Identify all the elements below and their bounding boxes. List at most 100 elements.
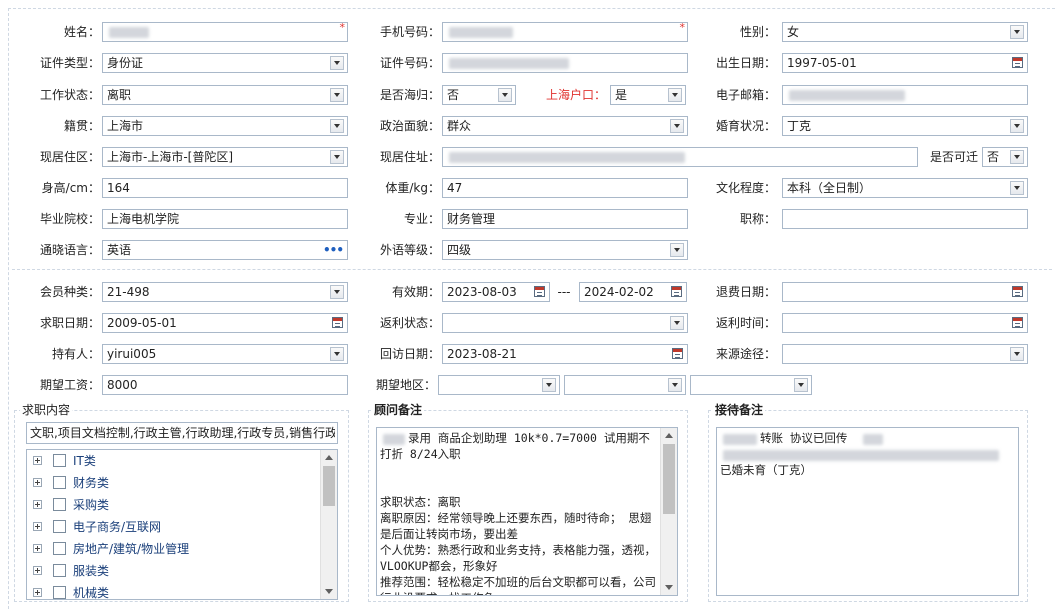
- validity-label: 有效期：: [391, 285, 440, 299]
- validity-end-field[interactable]: 2024-02-02: [579, 282, 687, 302]
- consultant-notes-textarea[interactable]: 录用 商品企划助理 10k*0.7=7000 试用期不打折 8/24入职 求职状…: [376, 427, 678, 596]
- expected-province-select[interactable]: [438, 375, 560, 395]
- scroll-down-icon[interactable]: [665, 585, 673, 590]
- chevron-down-icon[interactable]: [330, 119, 344, 133]
- id-type-select[interactable]: 身份证: [102, 53, 348, 73]
- validity-end-value: 2024-02-02: [584, 285, 654, 299]
- more-icon[interactable]: •••: [323, 243, 344, 257]
- school-field[interactable]: 上海电机学院: [102, 209, 348, 229]
- redacted-text: [383, 434, 405, 445]
- scrollbar[interactable]: [660, 428, 677, 595]
- job-title-label: 职称：: [739, 212, 776, 226]
- chevron-down-icon[interactable]: [668, 88, 682, 102]
- weight-field[interactable]: 47: [442, 178, 688, 198]
- expand-icon[interactable]: [33, 566, 42, 575]
- expand-icon[interactable]: [33, 500, 42, 509]
- chevron-down-icon[interactable]: [330, 88, 344, 102]
- major-field[interactable]: 财务管理: [442, 209, 688, 229]
- source-select[interactable]: [782, 344, 1028, 364]
- height-field[interactable]: 164: [102, 178, 348, 198]
- political-select[interactable]: 群众: [442, 116, 688, 136]
- email-field[interactable]: [782, 85, 1028, 105]
- name-field[interactable]: *: [102, 21, 348, 42]
- calendar-icon[interactable]: [534, 286, 545, 297]
- expand-icon[interactable]: [33, 478, 42, 487]
- native-place-select[interactable]: 上海市: [102, 116, 348, 136]
- chevron-down-icon[interactable]: [794, 378, 808, 392]
- expected-salary-field[interactable]: 8000: [102, 375, 348, 395]
- validity-start-field[interactable]: 2023-08-03: [442, 282, 550, 302]
- holder-select[interactable]: yirui005: [102, 344, 348, 364]
- rebate-status-select[interactable]: [442, 313, 688, 333]
- chevron-down-icon[interactable]: [330, 150, 344, 164]
- hukou-select[interactable]: 是: [610, 85, 686, 105]
- residence-address-field[interactable]: [442, 147, 918, 167]
- calendar-icon[interactable]: [332, 317, 343, 328]
- checkbox[interactable]: [53, 586, 66, 599]
- education-value: 本科（全日制）: [787, 181, 872, 195]
- expand-icon[interactable]: [33, 544, 42, 553]
- chevron-down-icon[interactable]: [542, 378, 556, 392]
- chevron-down-icon[interactable]: [1010, 119, 1024, 133]
- scroll-thumb[interactable]: [323, 466, 335, 506]
- chevron-down-icon[interactable]: [670, 316, 684, 330]
- checkbox[interactable]: [53, 454, 66, 467]
- scroll-thumb[interactable]: [663, 444, 675, 514]
- chevron-down-icon[interactable]: [330, 347, 344, 361]
- calendar-icon[interactable]: [672, 348, 683, 359]
- checkbox[interactable]: [53, 542, 66, 555]
- languages-field[interactable]: 英语 •••: [102, 240, 348, 260]
- checkbox[interactable]: [53, 498, 66, 511]
- rebate-time-field[interactable]: [782, 313, 1028, 333]
- chevron-down-icon[interactable]: [330, 56, 344, 70]
- marital-select[interactable]: 丁克: [782, 116, 1028, 136]
- chevron-down-icon[interactable]: [498, 88, 512, 102]
- scrollbar[interactable]: [320, 450, 337, 599]
- id-number-field[interactable]: [442, 53, 688, 73]
- phone-field[interactable]: *: [442, 21, 688, 42]
- relocatable-select[interactable]: 否: [982, 147, 1028, 167]
- scroll-up-icon[interactable]: [665, 433, 673, 438]
- chevron-down-icon[interactable]: [1010, 25, 1024, 39]
- work-status-select[interactable]: 离职: [102, 85, 348, 105]
- chevron-down-icon[interactable]: [668, 378, 682, 392]
- education-select[interactable]: 本科（全日制）: [782, 178, 1028, 198]
- chevron-down-icon[interactable]: [330, 285, 344, 299]
- job-title-field[interactable]: [782, 209, 1028, 229]
- calendar-icon[interactable]: [1012, 286, 1023, 297]
- chevron-down-icon[interactable]: [670, 243, 684, 257]
- chevron-down-icon[interactable]: [1010, 181, 1024, 195]
- refund-date-field[interactable]: [782, 282, 1028, 302]
- chevron-down-icon[interactable]: [1010, 347, 1024, 361]
- checkbox[interactable]: [53, 520, 66, 533]
- revisit-date-field[interactable]: 2023-08-21: [442, 344, 688, 364]
- calendar-icon[interactable]: [1012, 317, 1023, 328]
- validity-start-value: 2023-08-03: [447, 285, 517, 299]
- checkbox[interactable]: [53, 564, 66, 577]
- redacted-text: [723, 434, 757, 445]
- expand-icon[interactable]: [33, 456, 42, 465]
- birth-date-field[interactable]: 1997-05-01: [782, 53, 1028, 73]
- expand-icon[interactable]: [33, 522, 42, 531]
- member-type-select[interactable]: 21-498: [102, 282, 348, 302]
- checkbox[interactable]: [53, 476, 66, 489]
- reception-notes-textarea[interactable]: 转账 协议已回传 已婚未育（丁克）: [716, 427, 1019, 596]
- chevron-down-icon[interactable]: [1010, 150, 1024, 164]
- expected-district-select[interactable]: [690, 375, 812, 395]
- consultant-notes-title: 顾问备注: [372, 403, 425, 417]
- calendar-icon[interactable]: [1012, 57, 1023, 68]
- residence-area-select[interactable]: 上海市-上海市-[普陀区]: [102, 147, 348, 167]
- calendar-icon[interactable]: [671, 286, 682, 297]
- job-category-tree[interactable]: IT类 财务类 采购类 电子商务/互联网 房地产/建筑/物业管理 服装类 机械类: [26, 449, 338, 600]
- expand-icon[interactable]: [33, 588, 42, 597]
- job-content-summary[interactable]: 文职,项目文档控制,行政主管,行政助理,行政专员,销售行政: [26, 422, 338, 444]
- overseas-select[interactable]: 否: [442, 85, 516, 105]
- foreign-level-select[interactable]: 四级: [442, 240, 688, 260]
- scroll-down-icon[interactable]: [325, 589, 333, 594]
- job-seek-date-field[interactable]: 2009-05-01: [102, 313, 348, 333]
- expected-area-label: 期望地区：: [375, 378, 436, 392]
- gender-select[interactable]: 女: [782, 22, 1028, 42]
- scroll-up-icon[interactable]: [325, 455, 333, 460]
- expected-city-select[interactable]: [564, 375, 686, 395]
- chevron-down-icon[interactable]: [670, 119, 684, 133]
